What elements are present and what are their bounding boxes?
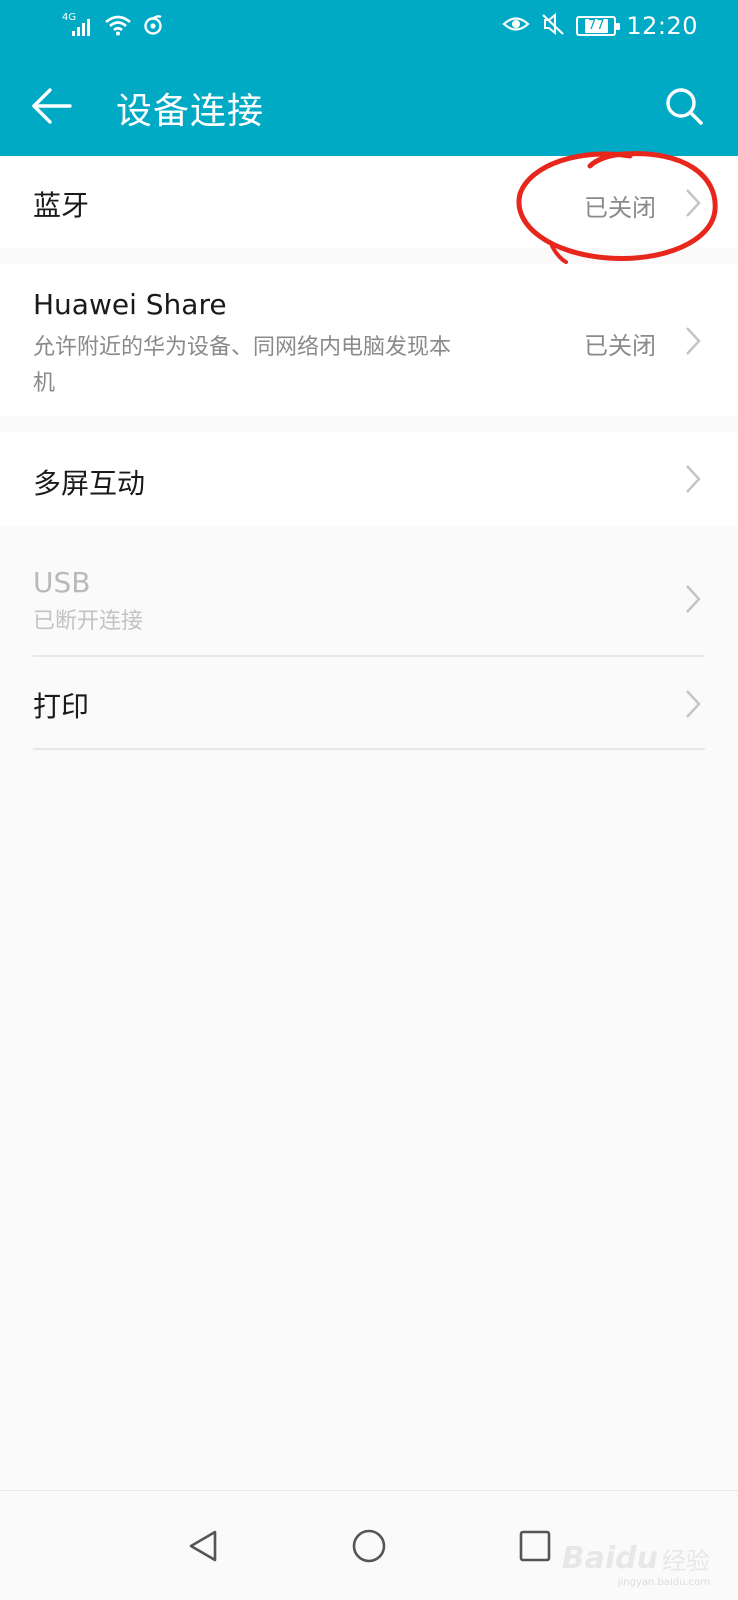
huawei-share-label: Huawei Share: [33, 288, 227, 321]
back-arrow-icon: [32, 88, 72, 124]
usb-row: USB 已断开连接: [0, 542, 738, 656]
settings-screen: 4G 77 12:20 设备连接 蓝牙 已关闭 Huawei Share 允许附…: [0, 0, 738, 1600]
hotspot-swirl-icon: [142, 14, 164, 40]
chevron-right-icon: [686, 327, 701, 355]
huawei-share-group: Huawei Share 允许附近的华为设备、同网络内电脑发现本机 已关闭: [0, 264, 738, 416]
top-bar: 4G 77 12:20 设备连接: [0, 0, 738, 156]
multiscreen-label: 多屏互动: [33, 467, 146, 500]
bluetooth-status: 已关闭: [584, 194, 656, 222]
watermark-text: 经验: [662, 1547, 710, 1575]
battery-level: 77: [585, 19, 608, 33]
nav-home-button[interactable]: [334, 1511, 404, 1581]
status-time: 12:20: [626, 12, 698, 40]
navigation-bar: Baidu 经验 jingyan.baidu.com: [0, 1490, 738, 1600]
wifi-icon: [104, 14, 132, 40]
search-button[interactable]: [656, 78, 712, 134]
bluetooth-group: 蓝牙 已关闭: [0, 156, 738, 248]
title-bar: 设备连接: [0, 56, 738, 156]
triangle-back-icon: [189, 1530, 217, 1562]
print-row[interactable]: 打印: [0, 657, 738, 749]
nav-recents-button[interactable]: [500, 1511, 570, 1581]
usb-print-group: USB 已断开连接 打印: [0, 542, 738, 1600]
chevron-right-icon: [686, 465, 701, 493]
usb-label: USB: [33, 566, 91, 599]
nav-back-button[interactable]: [168, 1511, 238, 1581]
huawei-share-status: 已关闭: [584, 332, 656, 360]
watermark-site: jingyan.baidu.com: [617, 1577, 710, 1588]
huawei-share-row[interactable]: Huawei Share 允许附近的华为设备、同网络内电脑发现本机 已关闭: [0, 264, 738, 416]
watermark: Baidu 经验 jingyan.baidu.com: [561, 1541, 710, 1588]
battery-icon: 77: [576, 16, 621, 36]
chevron-right-icon: [686, 585, 701, 613]
cellular-signal-icon: 4G: [62, 12, 94, 38]
divider: [33, 748, 705, 750]
watermark-brand: Baidu: [561, 1541, 658, 1576]
circle-home-icon: [352, 1529, 386, 1563]
status-bar: 4G 77 12:20: [0, 0, 738, 56]
bluetooth-label: 蓝牙: [33, 189, 90, 222]
back-button[interactable]: [22, 76, 82, 136]
mute-icon: [540, 12, 566, 40]
eye-comfort-icon: [502, 13, 530, 39]
print-label: 打印: [33, 690, 90, 723]
page-title: 设备连接: [116, 91, 265, 132]
search-icon: [666, 88, 703, 125]
chevron-right-icon: [686, 189, 701, 217]
chevron-right-icon: [686, 690, 701, 718]
multiscreen-row[interactable]: 多屏互动: [0, 432, 738, 526]
bluetooth-row[interactable]: 蓝牙 已关闭: [0, 156, 738, 248]
huawei-share-description: 允许附近的华为设备、同网络内电脑发现本机: [33, 335, 452, 396]
square-recents-icon: [519, 1530, 551, 1562]
usb-description: 已断开连接: [33, 609, 144, 634]
multiscreen-group: 多屏互动: [0, 432, 738, 526]
